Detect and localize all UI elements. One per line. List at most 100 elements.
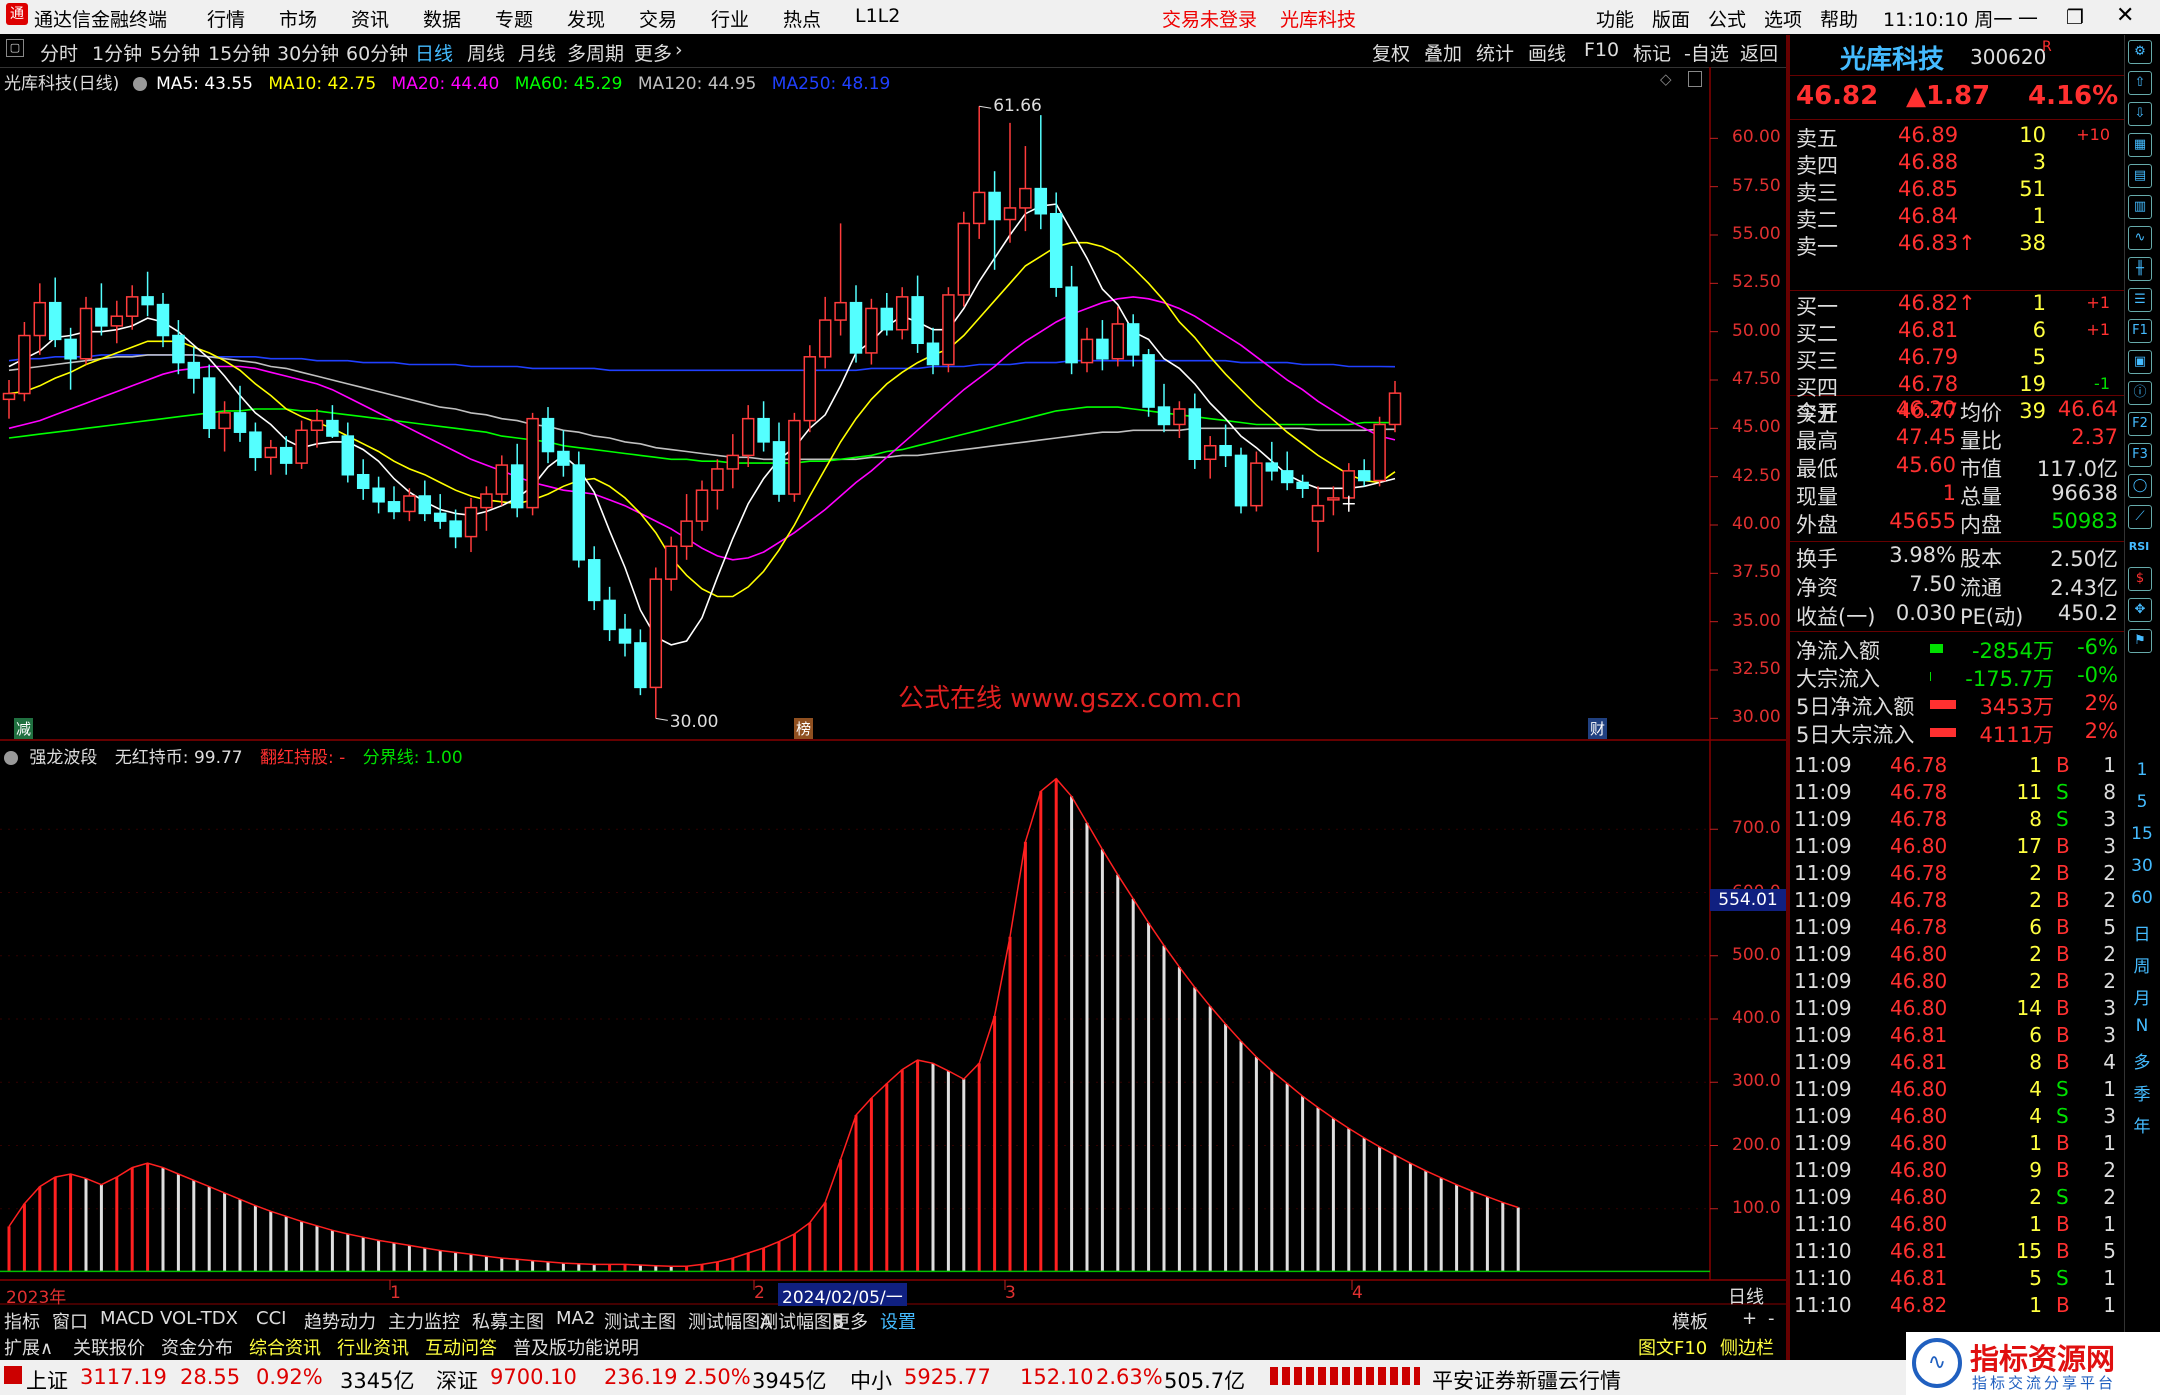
indicator-tab[interactable]: MACD <box>100 1308 154 1329</box>
info-tab[interactable]: 互动问答 <box>425 1334 497 1360</box>
candle[interactable] <box>1173 401 1186 438</box>
candle[interactable] <box>172 320 185 375</box>
candle[interactable] <box>1065 265 1078 375</box>
candle[interactable] <box>2 380 16 419</box>
candle[interactable] <box>1311 486 1325 553</box>
candle[interactable] <box>64 327 77 390</box>
template-control[interactable]: - <box>1768 1308 1775 1329</box>
side-period-10[interactable]: 季 <box>2128 1080 2156 1105</box>
indicator-tab[interactable]: 趋势动力 <box>304 1308 376 1334</box>
indicator-tab[interactable]: 测试主图 <box>604 1308 676 1334</box>
side-period-9[interactable]: 多 <box>2128 1048 2156 1073</box>
side-period-3[interactable]: 30 <box>2128 856 2156 876</box>
info-tab[interactable]: 行业资讯 <box>337 1334 409 1360</box>
candle[interactable] <box>95 283 108 336</box>
candle[interactable] <box>603 586 616 641</box>
candle[interactable] <box>1203 436 1217 479</box>
down-arrow-icon[interactable]: ⇩ <box>2128 102 2152 126</box>
dollar-icon[interactable]: $ <box>2128 567 2152 591</box>
candle[interactable] <box>726 434 740 489</box>
candle[interactable] <box>1157 383 1171 433</box>
candle[interactable] <box>572 451 586 568</box>
candle[interactable] <box>1234 447 1248 514</box>
info-tab[interactable]: 扩展∧ <box>4 1334 53 1360</box>
rsi-icon[interactable]: RSI <box>2128 536 2150 558</box>
candle[interactable] <box>372 476 385 514</box>
candle[interactable] <box>141 271 154 317</box>
candle[interactable] <box>911 275 924 353</box>
trend-icon[interactable]: ⟋ <box>2128 505 2152 529</box>
candle[interactable] <box>403 488 416 522</box>
side-period-11[interactable]: 年 <box>2128 1112 2156 1137</box>
candle[interactable] <box>711 459 724 510</box>
tag-cai[interactable]: 财 <box>1588 718 1608 739</box>
sh-label[interactable]: 上证 <box>26 1365 68 1395</box>
candle[interactable] <box>1142 349 1155 417</box>
candle[interactable] <box>79 296 93 365</box>
chart-icon[interactable]: ▤ <box>2128 164 2152 188</box>
candle[interactable] <box>557 430 570 477</box>
side-period-8[interactable]: N <box>2128 1016 2156 1036</box>
line-icon[interactable]: ∿ <box>2128 226 2152 250</box>
indicator-tab[interactable]: 窗口 <box>52 1308 88 1334</box>
candle[interactable] <box>680 494 693 560</box>
side-period-0[interactable]: 1 <box>2128 760 2156 780</box>
candle[interactable] <box>480 486 493 531</box>
candle[interactable] <box>218 401 231 452</box>
candle[interactable] <box>634 629 647 696</box>
candle[interactable] <box>110 300 124 344</box>
candle[interactable] <box>1327 486 1340 516</box>
indicator-tab[interactable]: CCI <box>256 1308 286 1329</box>
indicator-tab[interactable]: 指标 <box>4 1308 40 1334</box>
flag-icon[interactable]: ⚑ <box>2128 629 2152 653</box>
candle[interactable] <box>757 401 770 452</box>
indicator-tab[interactable]: VOL-TDX <box>160 1308 238 1329</box>
candle[interactable] <box>18 322 31 402</box>
info-tab-right[interactable]: 图文F10 <box>1638 1334 1707 1360</box>
up-arrow-icon[interactable]: ⇧ <box>2128 71 2152 95</box>
candle[interactable] <box>1265 441 1279 481</box>
candle[interactable] <box>1126 314 1140 367</box>
tag-bang[interactable]: 榜 <box>794 718 814 739</box>
indicator-settings-icon[interactable] <box>4 751 18 765</box>
candle[interactable] <box>849 285 863 363</box>
restore-icon[interactable]: ❐ <box>2066 5 2084 29</box>
candle[interactable] <box>1080 327 1094 373</box>
candle[interactable] <box>341 422 355 483</box>
move-icon[interactable]: ✥ <box>2128 598 2152 622</box>
candle[interactable] <box>1049 192 1063 297</box>
candle[interactable] <box>880 293 894 336</box>
candle[interactable] <box>818 296 832 369</box>
candle[interactable] <box>587 546 601 611</box>
indicator-tab[interactable]: 私募主图 <box>472 1308 544 1334</box>
candle[interactable] <box>1373 416 1386 487</box>
candle[interactable] <box>202 364 216 438</box>
list-icon[interactable]: ☰ <box>2128 288 2152 312</box>
candle[interactable] <box>834 223 847 336</box>
candle[interactable] <box>895 287 909 340</box>
candle[interactable] <box>495 455 509 506</box>
side-period-7[interactable]: 月 <box>2128 984 2156 1009</box>
candle[interactable] <box>1003 122 1017 243</box>
candle[interactable] <box>1034 115 1048 230</box>
candle[interactable] <box>326 405 339 438</box>
candle[interactable] <box>264 439 278 475</box>
candle[interactable] <box>1188 393 1202 469</box>
candle[interactable] <box>695 480 709 531</box>
tag-jian[interactable]: 减 <box>14 718 34 739</box>
candle[interactable] <box>156 293 170 348</box>
candle[interactable] <box>1219 424 1232 467</box>
side-period-4[interactable]: 60 <box>2128 888 2156 908</box>
candle[interactable] <box>664 536 678 591</box>
candle[interactable] <box>310 409 324 448</box>
candle[interactable] <box>988 171 1001 270</box>
side-period-2[interactable]: 15 <box>2128 824 2156 844</box>
info-icon[interactable]: ⓘ <box>2128 381 2152 405</box>
candle[interactable] <box>1096 320 1109 371</box>
info-tab[interactable]: 综合资讯 <box>249 1334 321 1360</box>
candle[interactable] <box>356 459 370 500</box>
minimize-icon[interactable]: — <box>2018 5 2038 29</box>
close-icon[interactable]: ✕ <box>2116 3 2134 28</box>
side-period-1[interactable]: 5 <box>2128 792 2156 812</box>
candle[interactable] <box>541 407 555 464</box>
